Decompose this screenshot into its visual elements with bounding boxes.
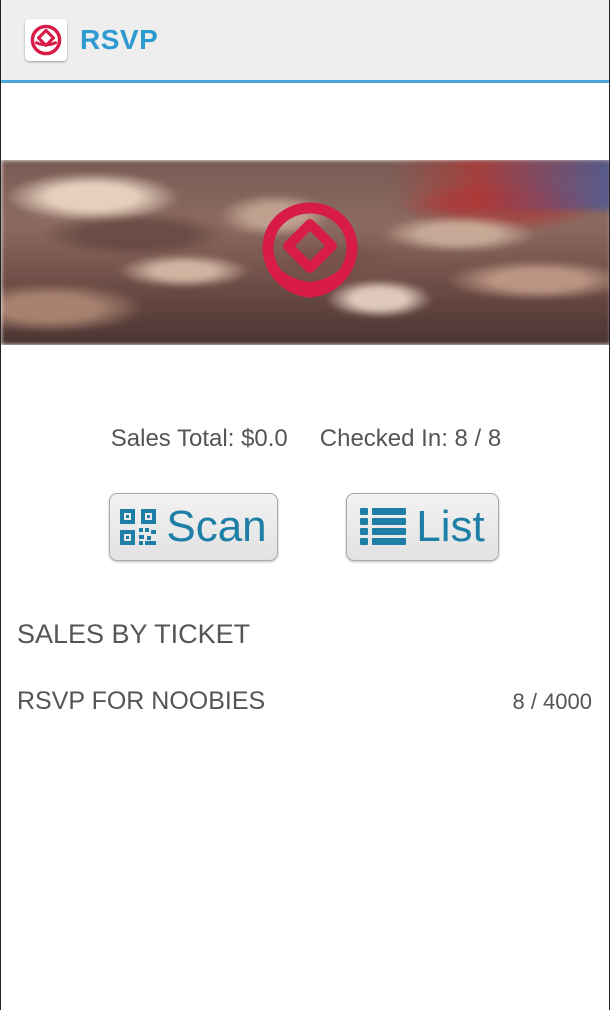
sales-total: Sales Total: $0.0 (110, 425, 288, 452)
event-stats: Sales Total: $0.0 Checked In: 8 / 8 (1, 425, 609, 453)
event-banner (1, 160, 609, 345)
list-label: List (416, 502, 485, 551)
scan-label: Scan (166, 502, 267, 551)
list-button[interactable]: List (346, 493, 499, 561)
rose-logo-icon (262, 202, 358, 298)
scan-button[interactable]: Scan (109, 493, 278, 561)
app-title: RSVP (80, 24, 159, 55)
action-bar: RSVP (1, 0, 609, 83)
sales-by-ticket-heading: SALES BY TICKET (17, 619, 251, 649)
banner-decoration (391, 160, 609, 210)
ticket-row[interactable]: RSVP FOR NOOBIES 8 / 4000 (17, 687, 592, 716)
qr-code-icon (120, 509, 157, 545)
ticket-count: 8 / 4000 (512, 689, 592, 714)
checked-in-count: Checked In: 8 / 8 (319, 425, 502, 452)
list-icon (360, 508, 407, 546)
ticket-name: RSVP FOR NOOBIES (17, 687, 266, 715)
rsvp-logo-icon[interactable] (25, 19, 67, 61)
app-screen: RSVP Sales Total: $0.0 Checked In: 8 / 8 (0, 0, 610, 1010)
